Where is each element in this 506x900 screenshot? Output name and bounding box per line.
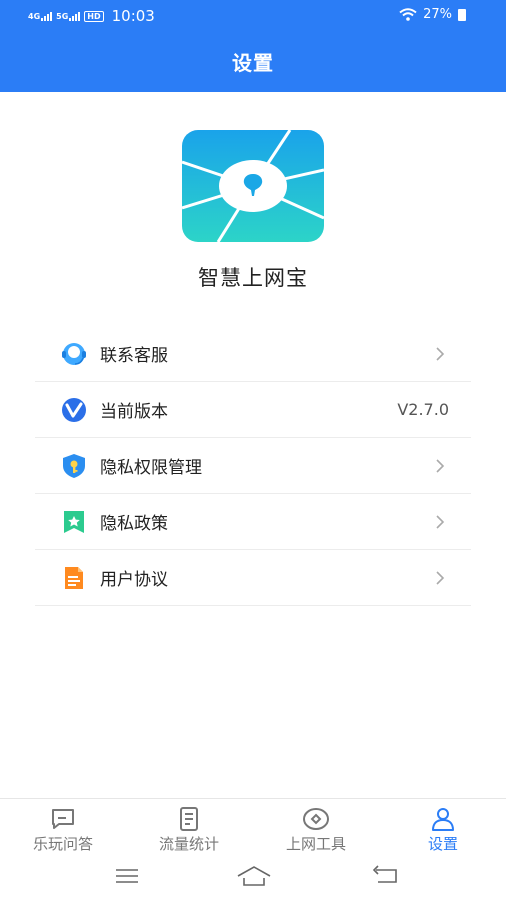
page-header: 设置 xyxy=(0,30,506,92)
menu-item-privacy-policy[interactable]: 隐私政策 xyxy=(35,494,471,550)
settings-menu: 联系客服 当前版本 V2.7.0 隐私权限管理 隐私政策 用户协议 xyxy=(35,326,471,606)
net-4g-label: 4G xyxy=(28,12,41,21)
tab-traffic-stats[interactable]: 流量统计 xyxy=(144,807,234,854)
menu-item-label: 用户协议 xyxy=(100,570,168,590)
menu-item-label: 当前版本 xyxy=(100,402,168,422)
chevron-right-icon xyxy=(436,347,445,361)
privacy-policy-icon xyxy=(64,511,84,533)
app-name: 智慧上网宝 xyxy=(198,266,308,290)
menu-item-label: 隐私权限管理 xyxy=(100,458,202,478)
privacy-shield-icon xyxy=(63,454,85,478)
home-icon[interactable] xyxy=(236,864,272,888)
tab-label: 流量统计 xyxy=(158,835,219,853)
menu-item-user-agreement[interactable]: 用户协议 xyxy=(35,550,471,606)
battery-percent: 27% xyxy=(423,7,452,22)
signal-icon xyxy=(69,11,81,21)
menu-icon[interactable] xyxy=(114,864,140,888)
network-4g-indicator: 4G xyxy=(28,11,53,21)
chevron-right-icon xyxy=(436,515,445,529)
eye-icon xyxy=(303,808,329,830)
version-value: V2.7.0 xyxy=(397,400,449,419)
chevron-right-icon xyxy=(436,571,445,585)
menu-item-label: 联系客服 xyxy=(100,346,168,366)
tab-label: 设置 xyxy=(427,835,458,853)
user-agreement-icon xyxy=(65,567,83,589)
net-5g-label: 5G xyxy=(56,12,69,21)
tab-settings[interactable]: 设置 xyxy=(398,807,488,854)
battery-icon xyxy=(458,8,466,21)
tab-label: 上网工具 xyxy=(285,835,346,853)
customer-service-icon xyxy=(62,343,86,365)
signal-icon xyxy=(41,11,53,21)
bottom-tab-bar: 乐玩问答 流量统计 上网工具 设置 xyxy=(0,798,506,856)
person-icon xyxy=(432,808,454,831)
system-nav-bar xyxy=(0,856,506,900)
tab-label: 乐玩问答 xyxy=(32,835,93,853)
chevron-right-icon xyxy=(436,459,445,473)
menu-item-contact-service[interactable]: 联系客服 xyxy=(35,326,471,382)
menu-item-label: 隐私政策 xyxy=(100,514,168,534)
wifi-icon xyxy=(399,8,417,21)
chat-icon xyxy=(52,809,74,829)
page-title: 设置 xyxy=(232,50,274,75)
clock: 10:03 xyxy=(111,7,155,25)
document-icon xyxy=(180,807,198,831)
menu-item-privacy-permissions[interactable]: 隐私权限管理 xyxy=(35,438,471,494)
back-icon[interactable] xyxy=(372,864,400,888)
hd-badge: HD xyxy=(84,10,104,22)
app-logo xyxy=(182,130,324,242)
menu-item-current-version[interactable]: 当前版本 V2.7.0 xyxy=(35,382,471,438)
tab-qa[interactable]: 乐玩问答 xyxy=(18,807,108,854)
status-bar: 4G 5G HD 10:03 27% xyxy=(0,0,506,30)
network-5g-indicator: 5G xyxy=(56,11,81,21)
version-icon xyxy=(62,398,86,422)
tab-internet-tools[interactable]: 上网工具 xyxy=(271,807,361,854)
